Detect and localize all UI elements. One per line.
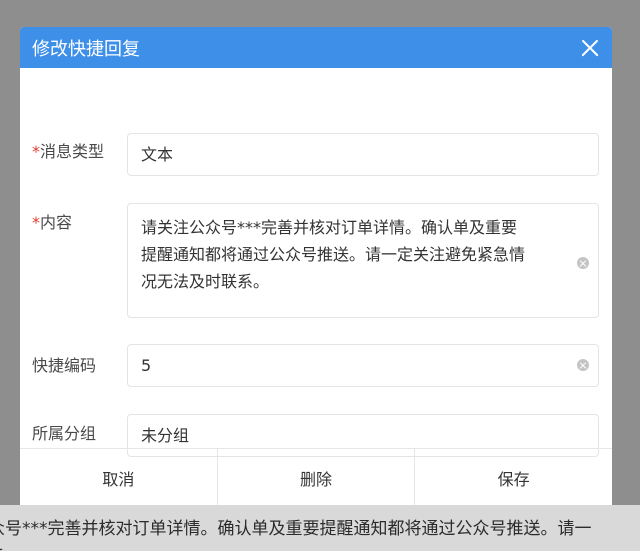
background-message-text: 众号***完善并核对订单详情。确认单及重要提醒通知都将通过公众号推送。请一 系。: [0, 505, 640, 551]
dialog-footer: 取消 删除 保存: [20, 448, 612, 505]
content-text-line: 请关注公众号***完善并核对订单详情。确认单及重要: [141, 218, 518, 237]
message-type-select[interactable]: 文本: [127, 133, 599, 176]
shortcut-code-label: 快捷编码: [32, 356, 97, 375]
message-type-label-text: 消息类型: [40, 142, 105, 161]
dialog-title: 修改快捷回复: [32, 38, 140, 60]
clear-icon[interactable]: [577, 359, 589, 371]
background-text-line: 众号***完善并核对订单详情。确认单及重要提醒通知都将通过公众号推送。请一: [0, 519, 592, 539]
save-button[interactable]: 保存: [414, 449, 612, 505]
close-icon[interactable]: [578, 36, 602, 60]
edit-quick-reply-dialog: 修改快捷回复 *消息类型 文本 *内容 请关注公众号***完善并核对订单详情。确…: [20, 27, 612, 505]
clear-icon[interactable]: [577, 257, 589, 269]
group-label: 所属分组: [32, 424, 97, 443]
content-text-line: 提醒通知都将通过公众号推送。请一定关注避免紧急情: [141, 245, 526, 264]
cancel-button[interactable]: 取消: [20, 449, 217, 505]
dialog-header: 修改快捷回复: [20, 27, 612, 68]
delete-button[interactable]: 删除: [216, 449, 415, 505]
required-mark: *: [32, 142, 40, 161]
required-mark: *: [32, 213, 40, 232]
message-type-label: *消息类型: [32, 138, 104, 162]
shortcut-code-input[interactable]: 5: [127, 344, 599, 387]
group-value: 未分组: [141, 426, 190, 445]
message-type-value: 文本: [141, 145, 174, 164]
content-label-text: 内容: [40, 213, 73, 232]
content-label: *内容: [32, 209, 72, 233]
background-text-line: 系。: [0, 543, 22, 551]
content-text-line: 况无法及时联系。: [141, 272, 270, 291]
shortcut-code-value: 5: [141, 356, 152, 375]
content-textarea[interactable]: 请关注公众号***完善并核对订单详情。确认单及重要 提醒通知都将通过公众号推送。…: [127, 203, 599, 318]
